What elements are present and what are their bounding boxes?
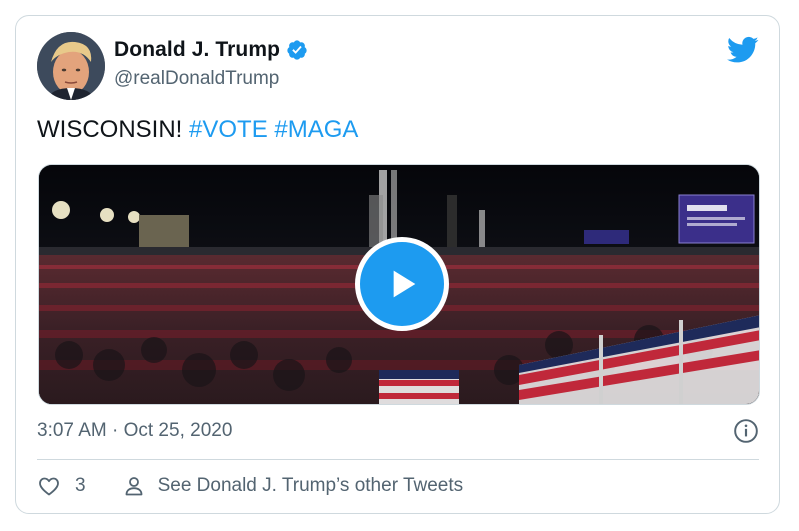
heart-icon [39, 477, 59, 496]
see-other-tweets-label[interactable]: See Donald J. Trump’s other Tweets [158, 475, 464, 497]
info-icon[interactable] [733, 418, 759, 444]
verified-badge-icon [287, 40, 307, 60]
author-display-name[interactable]: Donald J. Trump [114, 38, 280, 62]
tweet-timestamp[interactable]: 3:07 AM · Oct 25, 2020 [37, 420, 232, 442]
video-media[interactable] [38, 164, 760, 405]
author-handle[interactable]: @realDonaldTrump [114, 68, 279, 90]
tweet-actions: 3 See Donald J. Trump’s other Tweets [37, 474, 463, 498]
divider [37, 459, 759, 460]
profile-photo [37, 32, 105, 100]
avatar[interactable] [37, 32, 105, 100]
hashtag-maga[interactable]: #MAGA [274, 116, 358, 143]
see-other-tweets-link[interactable]: See Donald J. Trump’s other Tweets [122, 474, 464, 498]
twitter-bird-icon[interactable] [727, 36, 759, 64]
person-icon [125, 477, 142, 496]
hashtag-vote[interactable]: #VOTE [189, 116, 268, 143]
like-button[interactable]: 3 [37, 474, 86, 498]
play-button[interactable] [355, 237, 449, 331]
tweet-card[interactable]: Donald J. Trump @realDonaldTrump WISCONS… [15, 15, 780, 514]
author-name-row[interactable]: Donald J. Trump [114, 38, 308, 62]
like-count: 3 [75, 475, 86, 496]
tweet-text: WISCONSIN! #VOTE #MAGA [37, 116, 358, 144]
tweet-text-plain: WISCONSIN! [37, 116, 190, 143]
play-icon [393, 270, 416, 298]
